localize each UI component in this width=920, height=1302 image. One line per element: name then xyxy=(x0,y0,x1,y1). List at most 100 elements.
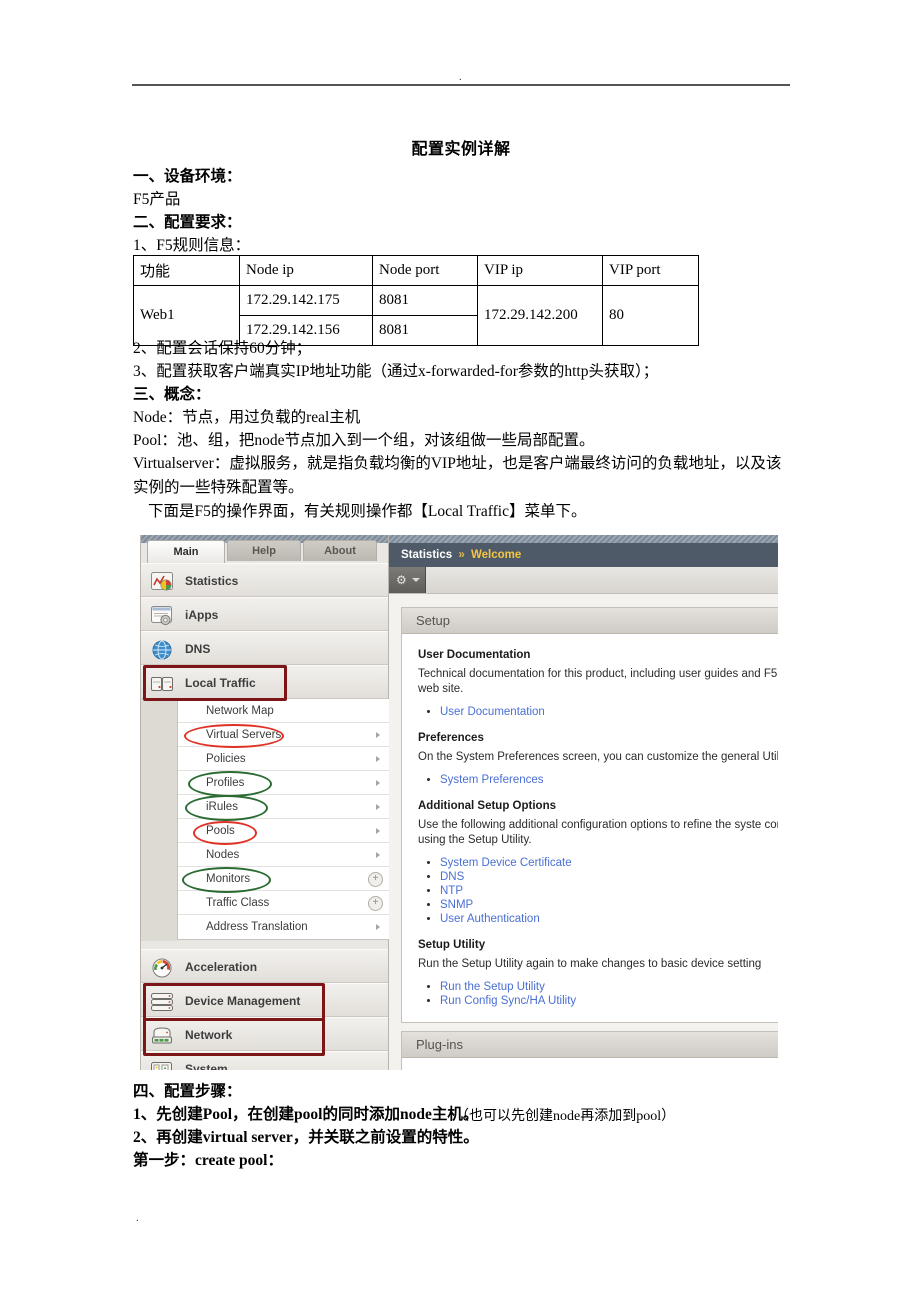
f5-rules-table: 功能 Node ip Node port VIP ip VIP port Web… xyxy=(133,255,699,346)
list-item[interactable]: Run the Setup Utility xyxy=(440,980,778,994)
system-panel-icon xyxy=(151,1059,175,1070)
list-item[interactable]: DNS xyxy=(440,870,778,884)
sidebar-item-label: System xyxy=(185,1062,228,1070)
document-page: . 配置实例详解 一、设备环境： F5产品 二、配置要求： 1、F5规则信息： … xyxy=(0,0,920,1302)
sidebar-item-local-traffic[interactable]: Local Traffic xyxy=(141,665,388,699)
submenu-item-virtual-servers[interactable]: Virtual Servers xyxy=(178,723,389,747)
sidebar-item-label: DNS xyxy=(185,642,211,656)
setup-panel-title: Setup xyxy=(402,608,778,634)
th-function: 功能 xyxy=(133,255,240,286)
submenu-item-policies[interactable]: Policies xyxy=(178,747,389,771)
block-heading-additional-setup-options: Additional Setup Options xyxy=(418,800,556,812)
list-item[interactable]: NTP xyxy=(440,884,778,898)
sidebar-item-acceleration[interactable]: Acceleration xyxy=(141,949,388,983)
link-system-preferences[interactable]: System Preferences xyxy=(440,774,544,786)
plus-circle-icon[interactable]: + xyxy=(368,872,383,887)
block-body-setup-utility: Run the Setup Utility again to make chan… xyxy=(418,958,762,970)
pane-top-stripe xyxy=(389,535,778,543)
section-3-heading: 三、概念： xyxy=(133,386,211,403)
page-title: 配置实例详解 xyxy=(411,141,511,158)
link-run-the-setup-utility[interactable]: Run the Setup Utility xyxy=(440,981,545,993)
sidebar-item-device-management[interactable]: Device Management xyxy=(141,983,388,1017)
dns-globe-icon xyxy=(151,639,175,660)
submenu-item-label: Virtual Servers xyxy=(206,729,282,741)
sidebar-item-statistics[interactable]: Statistics xyxy=(141,563,388,597)
f5-content-pane: Statistics » Welcome ⚙ Setup User Docume… xyxy=(389,535,778,1070)
submenu-item-label: Traffic Class xyxy=(206,897,270,909)
submenu-item-label: Network Map xyxy=(206,705,274,717)
submenu-item-label: Nodes xyxy=(206,849,240,861)
submenu-item-profiles[interactable]: Profiles xyxy=(178,771,389,795)
gear-menu-button[interactable]: ⚙ xyxy=(389,567,426,593)
chevron-right-icon xyxy=(376,756,380,762)
list-item[interactable]: System Preferences xyxy=(440,773,778,787)
tab-about[interactable]: About xyxy=(303,540,377,561)
chevron-right-icon xyxy=(376,732,380,738)
chevron-right-icon xyxy=(376,780,380,786)
link-ntp[interactable]: NTP xyxy=(440,885,463,897)
step-2: 2、再创建virtual server，并关联之前设置的特性。 xyxy=(133,1129,479,1146)
submenu-gutter xyxy=(141,699,177,941)
concept-virtualserver: Virtualserver：虚拟服务，就是指负载均衡的VIP地址，也是客户端最终… xyxy=(133,455,782,496)
th-node-port: Node port xyxy=(372,255,478,286)
sidebar-item-iapps[interactable]: iApps xyxy=(141,597,388,631)
sidebar-item-dns[interactable]: DNS xyxy=(141,631,388,665)
plus-circle-icon[interactable]: + xyxy=(368,896,383,911)
block-heading-preferences: Preferences xyxy=(418,732,484,744)
submenu-item-traffic-class[interactable]: Traffic Class + xyxy=(178,891,389,915)
f5-ui-note: 下面是F5的操作界面，有关规则操作都【Local Traffic】菜单下。 xyxy=(148,503,587,520)
block-links-preferences: System Preferences xyxy=(418,773,778,787)
local-traffic-submenu: Network Map Virtual Servers Policies Pro… xyxy=(177,699,390,940)
sidebar-item-network[interactable]: Network xyxy=(141,1017,388,1051)
link-dns[interactable]: DNS xyxy=(440,871,464,883)
link-user-authentication[interactable]: User Authentication xyxy=(440,913,540,925)
section-2-heading: 二、配置要求： xyxy=(133,214,242,231)
list-item[interactable]: System Device Certificate xyxy=(440,856,778,870)
nav-tabs: Main Help About xyxy=(141,540,388,563)
local-traffic-servers-icon xyxy=(151,673,175,693)
submenu-item-label: Profiles xyxy=(206,777,245,789)
sidebar-item-label: Network xyxy=(185,1028,233,1042)
list-item[interactable]: User Documentation xyxy=(440,705,778,719)
pane-toolbar: ⚙ xyxy=(389,567,778,594)
block-links-additional-setup-options: System Device Certificate DNS NTP SNMP U… xyxy=(418,856,778,926)
tab-help[interactable]: Help xyxy=(227,540,301,561)
submenu-item-nodes[interactable]: Nodes xyxy=(178,843,389,867)
table-header-row: 功能 Node ip Node port VIP ip VIP port xyxy=(133,255,699,286)
link-run-config-sync-ha-utility[interactable]: Run Config Sync/HA Utility xyxy=(440,995,576,1007)
th-vip-port: VIP port xyxy=(602,255,699,286)
sidebar-item-label: iApps xyxy=(185,608,219,622)
submenu-item-label: Address Translation xyxy=(206,921,308,933)
nav-main-list: Statistics iApps DNS Local Traffic xyxy=(141,563,388,699)
link-system-device-certificate[interactable]: System Device Certificate xyxy=(440,857,572,869)
footer-mark: . xyxy=(136,1212,139,1224)
submenu-item-monitors[interactable]: Monitors + xyxy=(178,867,389,891)
list-item[interactable]: SNMP xyxy=(440,898,778,912)
link-snmp[interactable]: SNMP xyxy=(440,899,473,911)
breadcrumb-root[interactable]: Statistics xyxy=(401,549,452,561)
list-item[interactable]: Run Config Sync/HA Utility xyxy=(440,994,778,1008)
sidebar-item-system[interactable]: System xyxy=(141,1051,388,1070)
block-heading-setup-utility: Setup Utility xyxy=(418,939,486,951)
submenu-item-pools[interactable]: Pools xyxy=(178,819,389,843)
chevron-right-icon xyxy=(376,852,380,858)
submenu-item-irules[interactable]: iRules xyxy=(178,795,389,819)
step-1-note: （也可以先创建node再添加到pool） xyxy=(455,1109,676,1124)
submenu-item-address-translation[interactable]: Address Translation xyxy=(178,915,389,939)
concept-node: Node：节点，用过负载的real主机 xyxy=(133,409,361,426)
list-item[interactable]: User Authentication xyxy=(440,912,778,926)
step-1-bold: 1、先创建Pool，在创建pool的同时添加node主机。 xyxy=(133,1106,479,1123)
chevron-down-icon xyxy=(412,578,420,582)
section-2-line-1: 1、F5规则信息： xyxy=(133,237,251,254)
header-rule xyxy=(132,84,790,86)
cell-vip-port: 80 xyxy=(602,285,699,346)
th-node-ip: Node ip xyxy=(239,255,373,286)
chevron-right-icon xyxy=(376,924,380,930)
block-body-preferences: On the System Preferences screen, you ca… xyxy=(418,751,778,763)
tab-main[interactable]: Main xyxy=(147,540,225,563)
submenu-item-network-map[interactable]: Network Map xyxy=(178,699,389,723)
link-user-documentation[interactable]: User Documentation xyxy=(440,706,545,718)
nav-bottom-list: Acceleration Device Management Network S… xyxy=(141,949,388,1070)
block-links-user-documentation: User Documentation xyxy=(418,705,778,719)
th-vip-ip: VIP ip xyxy=(477,255,603,286)
